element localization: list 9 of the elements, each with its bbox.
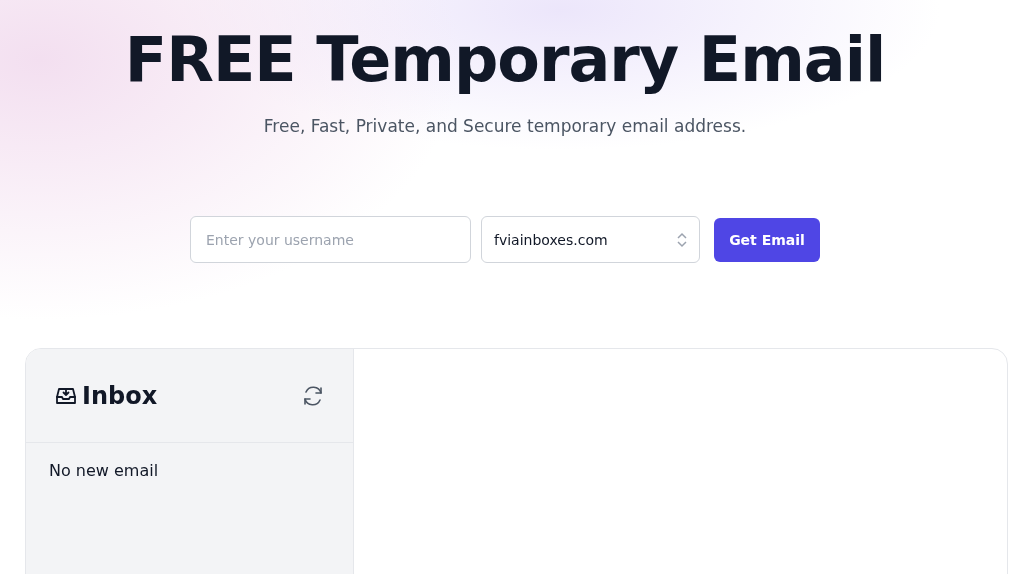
page-title: FREE Temporary Email: [124, 22, 886, 98]
empty-message: No new email: [49, 461, 159, 480]
username-field[interactable]: Enter your username: [190, 216, 471, 263]
chevron-updown-icon: [677, 231, 687, 248]
refresh-icon[interactable]: [301, 383, 325, 408]
inbox-title: Inbox: [82, 381, 158, 410]
get-email-button[interactable]: Get Email: [714, 217, 820, 262]
subtitle: Free, Fast, Private, and Secure temporary email address.: [263, 116, 747, 136]
domain-select[interactable]: fviainboxes.com: [481, 216, 700, 263]
